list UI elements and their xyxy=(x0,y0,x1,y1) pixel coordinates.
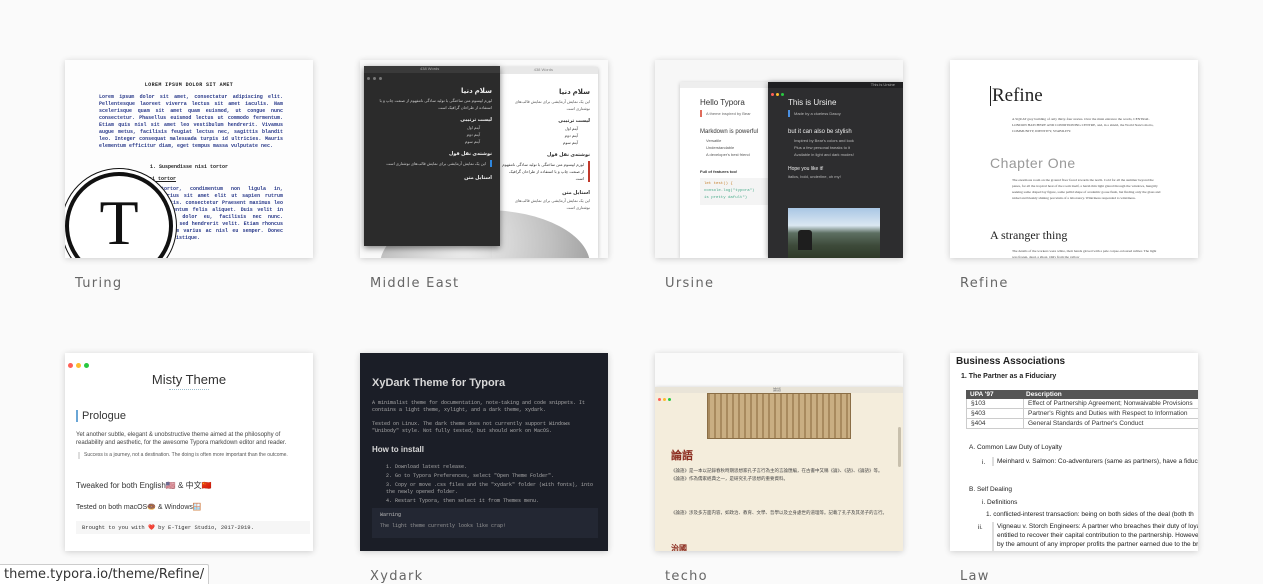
techo-manuscript-image xyxy=(707,393,851,439)
techo-window: 論語 論語 《論語》是一本以記錄春秋時期思想家孔子言行為主的言論匯編，在古書中又… xyxy=(655,387,903,551)
theme-card-middle-east[interactable]: 438 Words سلام دنیا این یک نمایش آزمایشی… xyxy=(360,60,608,258)
maximize-dot xyxy=(84,363,89,368)
window-dots xyxy=(68,355,92,373)
close-dot xyxy=(68,363,73,368)
ursine-landscape-image xyxy=(788,208,880,258)
xydark-warning: Warning The light theme currently looks … xyxy=(372,508,598,538)
theme-card-refine[interactable]: Refine A SQUAT grey building of only thi… xyxy=(950,60,1198,258)
middle-east-dark-titlebar: 438 Words xyxy=(364,66,500,80)
middle-east-dark-window: 438 Words سلام دنیا لورم ایپسوم متن ساخت… xyxy=(364,66,500,246)
misty-title-underline xyxy=(169,389,209,390)
ursine-dark-window: This is Ursine This is Ursine Made by a … xyxy=(768,82,903,258)
turing-logo-letter: T xyxy=(99,187,139,258)
ursine-dark-title: This is Ursine xyxy=(788,98,837,107)
theme-name[interactable]: techo xyxy=(665,569,708,584)
theme-card-misty[interactable]: Misty Theme Prologue Yet another subtle,… xyxy=(65,353,313,551)
theme-card-xydark[interactable]: XyDark Theme for Typora A minimalist the… xyxy=(360,353,608,551)
turing-heading: 1. Suspendisse nisi tortor xyxy=(149,164,228,170)
law-title: Business Associations xyxy=(956,356,1066,367)
status-bar-url: theme.typora.io/theme/Refine/ xyxy=(0,564,210,584)
xydark-title: XyDark Theme for Typora xyxy=(372,377,506,389)
techo-title: 論語 xyxy=(671,450,693,462)
window-dots xyxy=(771,83,787,101)
misty-prologue: Prologue xyxy=(76,410,126,422)
minimize-dot xyxy=(76,363,81,368)
techo-scrollbar[interactable] xyxy=(898,427,901,467)
theme-card-techo[interactable]: 論語 論語 《論語》是一本以記錄春秋時期思想家孔子言行為主的言論匯編，在古書中又… xyxy=(655,353,903,551)
window-dots xyxy=(658,388,674,406)
window-dots xyxy=(367,67,385,85)
theme-name[interactable]: Refine xyxy=(960,276,1009,291)
law-table: UPA '97 Description §103 Effect of Partn… xyxy=(966,390,1198,429)
theme-name[interactable]: Xydark xyxy=(370,569,424,584)
refine-chapter: Chapter One xyxy=(990,155,1076,171)
theme-name[interactable]: Turing xyxy=(75,276,122,291)
middle-east-light-title: سلام دنیا xyxy=(559,89,590,96)
theme-card-ursine[interactable]: Hello Typora A theme inspired by Bear Ma… xyxy=(655,60,903,258)
turing-paragraph-2: tortor, condimentum non ligula in, variu… xyxy=(161,186,283,241)
refine-h2: A stranger thing xyxy=(990,228,1068,242)
turing-paragraph: Lorem ipsum dolor sit amet, consectatur … xyxy=(99,94,283,149)
theme-card-law[interactable]: Business Associations 1. The Partner as … xyxy=(950,353,1198,551)
theme-name[interactable]: Law xyxy=(960,569,990,584)
theme-name[interactable]: Middle East xyxy=(370,276,459,291)
theme-name[interactable]: Ursine xyxy=(665,276,714,291)
misty-title: Misty Theme xyxy=(151,372,227,387)
turing-title: LOREM IPSUM DOLOR SIT AMET xyxy=(144,82,234,88)
middle-east-light-titlebar: 438 Words xyxy=(492,67,598,74)
theme-card-turing[interactable]: LOREM IPSUM DOLOR SIT AMET Lorem ipsum d… xyxy=(65,60,313,258)
refine-title: Refine xyxy=(990,85,1043,106)
